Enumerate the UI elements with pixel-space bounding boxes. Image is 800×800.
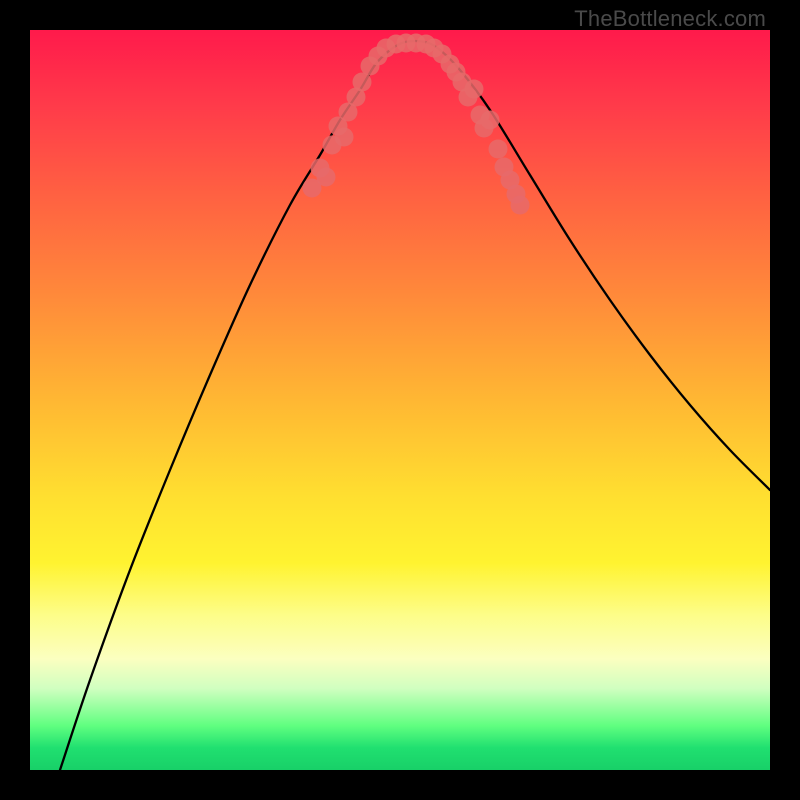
watermark-text: TheBottleneck.com	[574, 6, 766, 32]
annotation-dot	[489, 140, 508, 159]
annotation-dot	[317, 168, 336, 187]
annotation-dot	[465, 80, 484, 99]
plot-area	[30, 30, 770, 770]
curve-layer	[30, 30, 770, 770]
bottleneck-curve-path	[60, 41, 770, 770]
annotation-dot	[481, 111, 500, 130]
annotation-dot	[335, 128, 354, 147]
chart-frame: TheBottleneck.com	[0, 0, 800, 800]
annotation-dot	[447, 63, 466, 82]
annotation-dots	[303, 34, 530, 215]
annotation-dot	[511, 196, 530, 215]
